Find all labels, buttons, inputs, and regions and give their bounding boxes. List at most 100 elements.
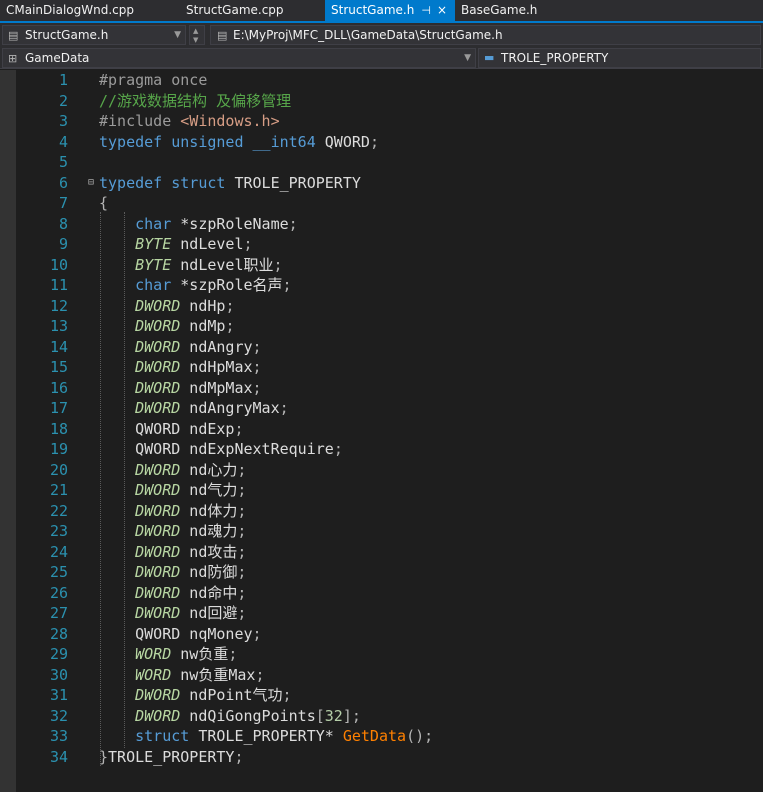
tab-basegame-h[interactable]: BaseGame.h	[455, 0, 575, 21]
code-token: DWORD	[135, 522, 181, 540]
code-line[interactable]: 9 BYTE ndLevel;	[0, 234, 763, 255]
file-path-field[interactable]: ▤ E:\MyProj\MFC_DLL\GameData\StructGame.…	[210, 25, 761, 45]
code-token: ;	[252, 337, 262, 356]
code-token: DWORD	[135, 481, 181, 499]
code-line[interactable]: 11 char *szpRole名声;	[0, 275, 763, 296]
code-token: DWORD	[135, 317, 181, 335]
code-line[interactable]: 8 char *szpRoleName;	[0, 214, 763, 235]
code-line[interactable]: 12 DWORD ndHp;	[0, 296, 763, 317]
code-line[interactable]: 2 //游戏数据结构 及偏移管理	[0, 91, 763, 112]
code-line[interactable]: 10 BYTE ndLevel职业;	[0, 255, 763, 276]
line-number: 29	[49, 645, 68, 663]
code-line[interactable]: 25 DWORD nd防御;	[0, 562, 763, 583]
code-text: #pragma once	[99, 70, 207, 91]
project-scope-dropdown[interactable]: ⊞ GameData ▼	[2, 48, 476, 68]
code-token: ;	[243, 235, 253, 253]
code-line[interactable]: 34}TROLE_PROPERTY;	[0, 747, 763, 768]
code-line[interactable]: 27 DWORD nd回避;	[0, 603, 763, 624]
code-line[interactable]: 24 DWORD nd攻击;	[0, 542, 763, 563]
chevron-down-icon[interactable]: ▼	[464, 49, 471, 67]
code-line[interactable]: 18 QWORD ndExp;	[0, 419, 763, 440]
code-text: DWORD ndPoint气功;	[99, 685, 291, 706]
code-line[interactable]: 4 typedef unsigned __int64 QWORD;	[0, 132, 763, 153]
code-token: char	[135, 214, 172, 233]
code-token: ;	[237, 583, 247, 602]
code-line[interactable]: 29 WORD nw负重;	[0, 644, 763, 665]
code-line[interactable]: 30 WORD nw负重Max;	[0, 665, 763, 686]
code-line[interactable]: 28 QWORD nqMoney;	[0, 624, 763, 645]
tab-label: StructGame.h	[331, 3, 415, 17]
code-line[interactable]: 20 DWORD nd心力;	[0, 460, 763, 481]
code-line[interactable]: 15 DWORD ndHpMax;	[0, 357, 763, 378]
code-token: nd气力	[180, 481, 238, 499]
code-line[interactable]: 3 #include <Windows.h>	[0, 111, 763, 132]
line-number: 12	[49, 296, 68, 315]
code-token: {	[99, 194, 109, 212]
code-token: ;	[225, 317, 235, 335]
code-line[interactable]: 17 DWORD ndAngryMax;	[0, 398, 763, 419]
code-line[interactable]: 1 #pragma once	[0, 70, 763, 91]
code-token: ;	[282, 276, 292, 294]
tab-cmaindialogwnd-cpp[interactable]: CMainDialogWnd.cpp	[0, 0, 180, 21]
code-line[interactable]: 32 DWORD ndQiGongPoints[32];	[0, 706, 763, 727]
arrow-down-icon[interactable]: ▼	[193, 36, 198, 44]
code-line[interactable]: 7{	[0, 193, 763, 214]
member-scope-dropdown[interactable]: ▬ TROLE_PROPERTY	[478, 48, 761, 68]
code-line[interactable]: 19 QWORD ndExpNextRequire;	[0, 439, 763, 460]
code-text: DWORD nd回避;	[99, 603, 246, 624]
tab-structgame-cpp[interactable]: StructGame.cpp	[180, 0, 325, 21]
member-scope-value: TROLE_PROPERTY	[501, 51, 609, 65]
code-line[interactable]: 33 struct TROLE_PROPERTY* GetData();	[0, 726, 763, 747]
code-line[interactable]: 13 DWORD ndMp;	[0, 316, 763, 337]
code-token: ndLevel	[171, 235, 244, 253]
code-token: ;	[252, 624, 262, 643]
code-text: DWORD ndMpMax;	[99, 378, 261, 399]
file-selector-value: StructGame.h	[25, 28, 109, 42]
chevron-down-icon[interactable]: ▼	[174, 26, 181, 44]
code-token: __int64	[252, 132, 316, 151]
navigate-stepper[interactable]: ▲ ▼	[189, 25, 205, 45]
arrow-up-icon[interactable]: ▲	[193, 27, 198, 35]
code-token: BYTE	[135, 235, 172, 253]
pin-icon[interactable]: ⊣	[421, 0, 431, 21]
code-token: DWORD	[135, 337, 181, 356]
code-token: struct	[171, 173, 226, 192]
code-line[interactable]: 6 ⊟ typedef struct TROLE_PROPERTY	[0, 173, 763, 194]
line-number: 30	[49, 665, 68, 684]
code-token: ;	[333, 440, 343, 458]
code-token: DWORD	[135, 358, 181, 376]
code-token: nd回避	[180, 604, 238, 622]
code-line[interactable]: 5	[0, 152, 763, 173]
line-number: 7	[58, 194, 68, 212]
code-token: ndHpMax	[180, 358, 253, 376]
code-token: BYTE	[135, 255, 172, 274]
code-token: //游戏数据结构 及偏移管理	[99, 91, 292, 110]
code-token: ndMp	[180, 317, 226, 335]
file-selector-dropdown[interactable]: ▤ StructGame.h ▼	[2, 25, 186, 45]
header-file-icon: ▤	[8, 29, 19, 42]
collapse-icon[interactable]: ⊟	[88, 173, 94, 194]
code-line[interactable]: 14 DWORD ndAngry;	[0, 337, 763, 358]
code-line[interactable]: 23 DWORD nd魂力;	[0, 521, 763, 542]
line-number: 15	[49, 358, 68, 376]
code-line[interactable]: 16 DWORD ndMpMax;	[0, 378, 763, 399]
close-icon[interactable]: ×	[437, 0, 447, 21]
code-editor[interactable]: 1 #pragma once 2 //游戏数据结构 及偏移管理 3 #include <W…	[0, 70, 763, 792]
code-line[interactable]: 22 DWORD nd体力;	[0, 501, 763, 522]
code-line[interactable]: 26 DWORD nd命中;	[0, 583, 763, 604]
code-token: TROLE_PROPERTY	[108, 747, 235, 766]
line-number: 18	[49, 419, 68, 438]
line-number: 10	[49, 255, 68, 274]
line-number: 33	[49, 727, 68, 745]
code-token: ;	[234, 419, 244, 438]
code-token: ;	[234, 747, 244, 766]
tab-structgame-h[interactable]: StructGame.h ⊣ ×	[325, 0, 455, 21]
code-line[interactable]: 21 DWORD nd气力;	[0, 480, 763, 501]
line-number: 20	[49, 460, 68, 479]
code-line[interactable]: 31 DWORD ndPoint气功;	[0, 685, 763, 706]
